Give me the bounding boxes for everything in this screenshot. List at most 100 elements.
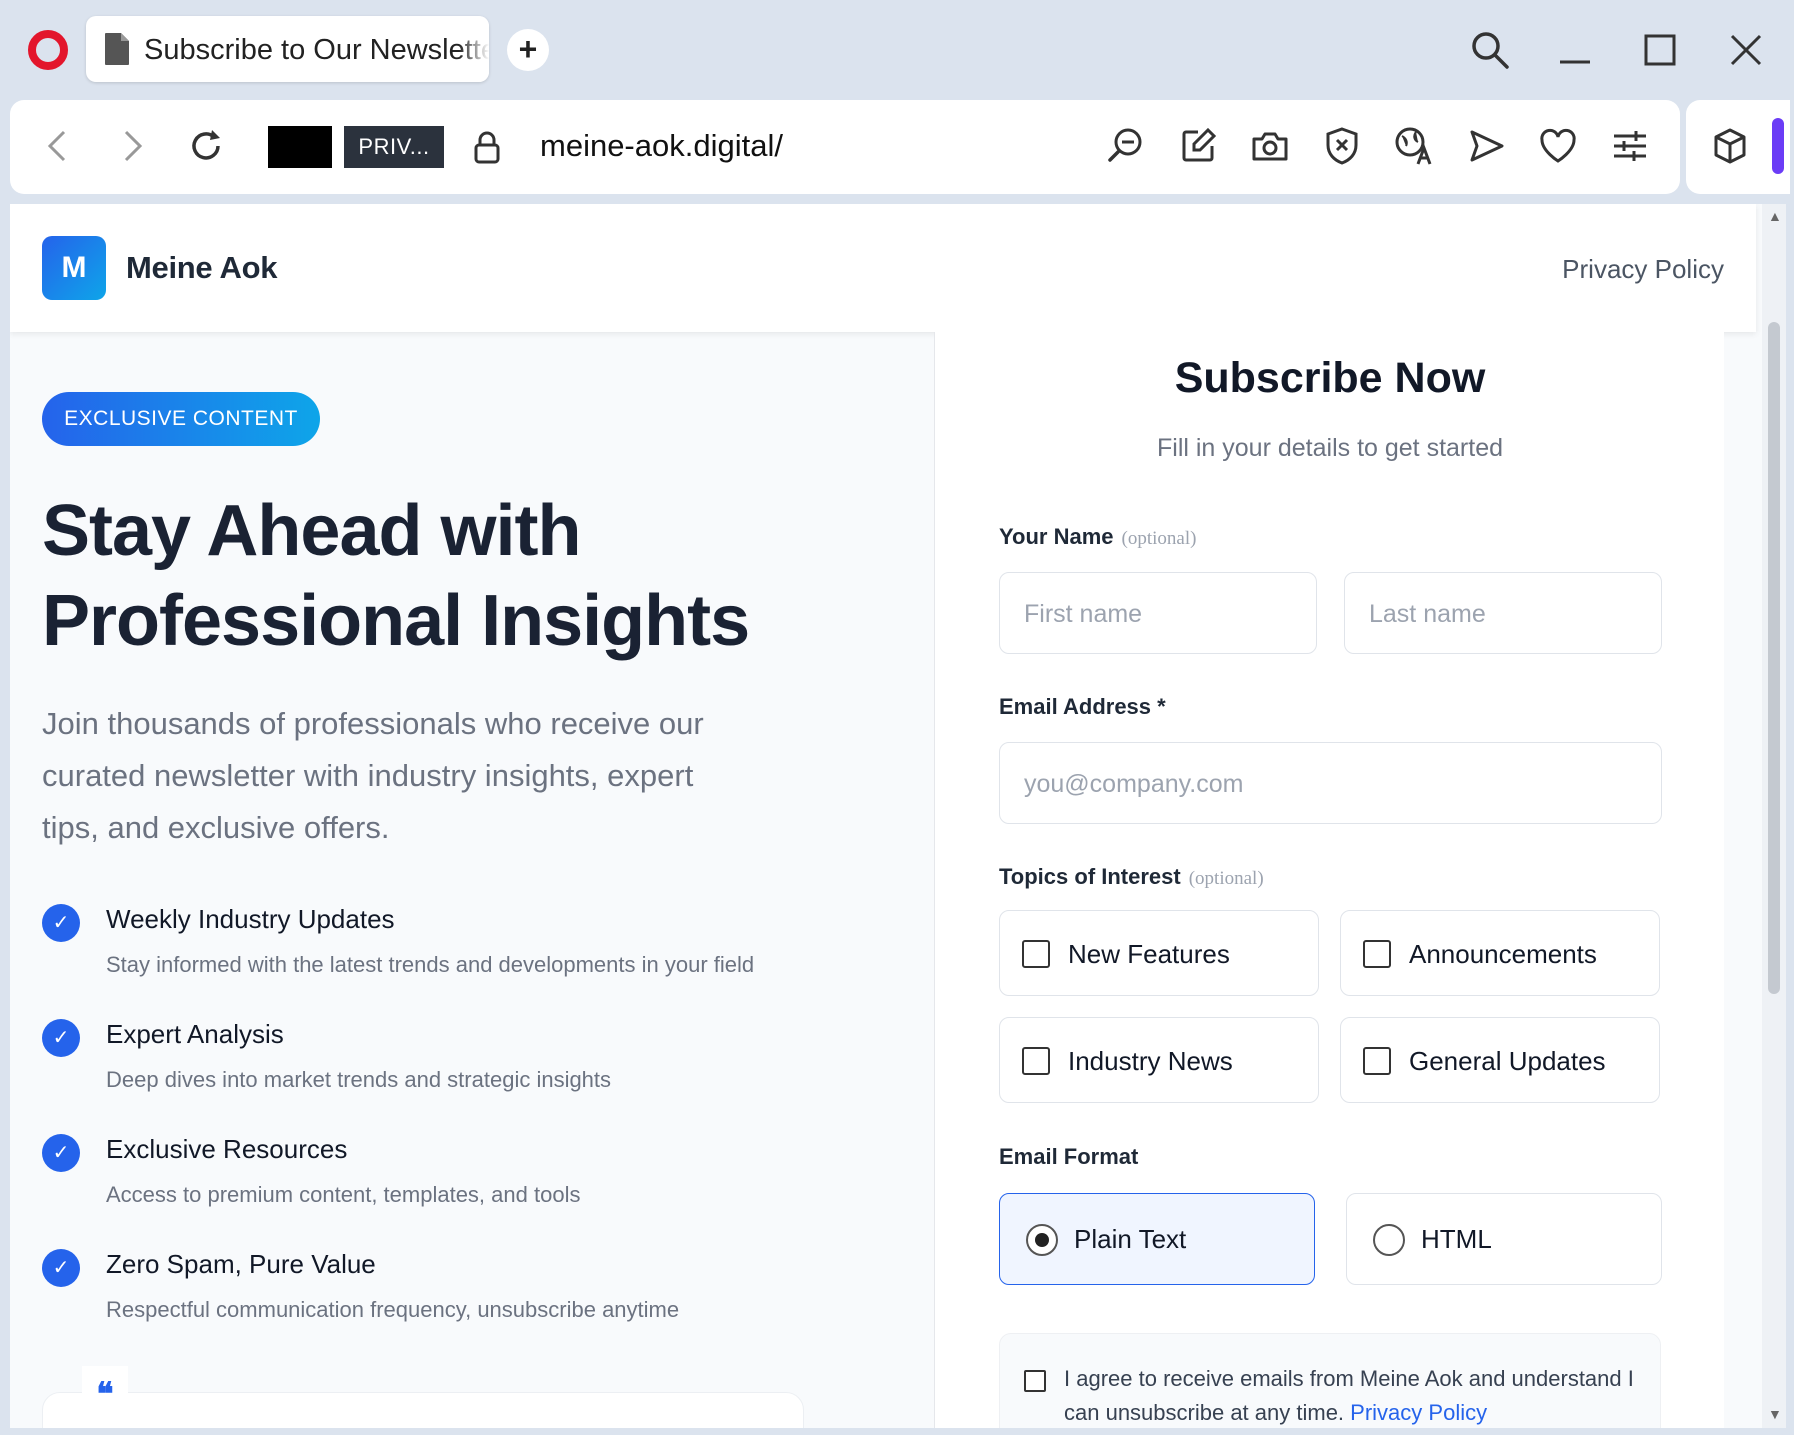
first-name-input[interactable]: First name [999, 572, 1317, 654]
check-icon: ✓ [42, 1249, 80, 1287]
url-field[interactable]: meine-aok.digital/ [540, 128, 783, 164]
topics-label: Topics of Interest (optional) [999, 864, 1264, 890]
radio-button-selected[interactable] [1026, 1224, 1058, 1256]
hero-title-line-2: Professional Insights [42, 581, 750, 661]
last-name-input[interactable]: Last name [1344, 572, 1662, 654]
site-logo[interactable]: M [42, 236, 106, 300]
hero-title-line-1: Stay Ahead with [42, 491, 581, 571]
radio-button[interactable] [1373, 1224, 1405, 1256]
edit-icon[interactable] [1178, 126, 1218, 166]
check-icon: ✓ [42, 1019, 80, 1057]
site-name[interactable]: Meine Aok [126, 250, 277, 286]
camera-icon[interactable] [1250, 126, 1290, 166]
heart-icon[interactable] [1538, 126, 1578, 166]
feature-desc: Deep dives into market trends and strate… [106, 1067, 612, 1092]
topic-label: New Features [1068, 939, 1230, 969]
tab-fade [459, 16, 489, 82]
format-label: Email Format [999, 1144, 1139, 1169]
topic-new-features[interactable]: New Features [999, 910, 1319, 996]
extensions-icon[interactable] [1710, 126, 1750, 166]
format-plain-text[interactable]: Plain Text [999, 1193, 1315, 1285]
site-header: M Meine Aok Privacy Policy [10, 204, 1756, 332]
form-subtitle: Fill in your details to get started [1157, 434, 1503, 462]
consent-box: I agree to receive emails from Meine Aok… [999, 1333, 1661, 1428]
hero-description: Join thousands of professionals who rece… [42, 706, 704, 845]
checkbox[interactable] [1022, 1047, 1050, 1075]
format-html[interactable]: HTML [1346, 1193, 1662, 1285]
scroll-down-icon[interactable]: ▼ [1768, 1406, 1782, 1422]
close-icon[interactable] [1724, 28, 1768, 72]
feature-desc: Access to premium content, templates, an… [106, 1182, 581, 1207]
scroll-thumb[interactable] [1768, 322, 1780, 994]
consent-privacy-link[interactable]: Privacy Policy [1350, 1400, 1487, 1425]
feature-desc: Stay informed with the latest trends and… [106, 952, 755, 977]
hero-title: Stay Ahead with Professional Insights [42, 486, 842, 666]
feature-title: Weekly Industry Updates [106, 904, 395, 934]
scroll-up-icon[interactable]: ▲ [1768, 208, 1782, 224]
zoom-icon[interactable] [1106, 126, 1146, 166]
extensions-bar [1686, 100, 1790, 194]
format-label-text: Plain Text [1074, 1224, 1187, 1254]
maximize-icon[interactable] [1638, 28, 1682, 72]
feature-title: Exclusive Resources [106, 1134, 348, 1164]
header-privacy-link[interactable]: Privacy Policy [1562, 254, 1724, 285]
opera-logo-icon[interactable] [28, 30, 68, 70]
topic-announcements[interactable]: Announcements [1340, 910, 1660, 996]
active-tab[interactable]: Subscribe to Our Newsletter [86, 16, 489, 82]
topic-label: Announcements [1409, 939, 1597, 969]
new-tab-button[interactable]: + [507, 29, 549, 71]
feature-desc: Respectful communication frequency, unsu… [106, 1297, 680, 1322]
search-icon[interactable] [1468, 28, 1512, 72]
browser-titlebar: Subscribe to Our Newsletter + [0, 0, 1794, 100]
feature-title: Expert Analysis [106, 1019, 284, 1049]
exclusive-badge: EXCLUSIVE CONTENT [42, 392, 320, 446]
topic-general-updates[interactable]: General Updates [1340, 1017, 1660, 1103]
shield-icon[interactable] [1322, 126, 1362, 166]
feature-title: Zero Spam, Pure Value [106, 1249, 376, 1279]
feature-item: ✓ Weekly Industry Updates Stay informed … [42, 902, 802, 992]
format-label-text: HTML [1421, 1224, 1492, 1254]
feature-item: ✓ Exclusive Resources Access to premium … [42, 1132, 802, 1222]
sidebar-accent[interactable] [1772, 118, 1784, 174]
lock-icon[interactable] [472, 130, 502, 164]
topics-label-text: Topics of Interest [999, 864, 1181, 889]
testimonial-card [42, 1392, 804, 1428]
email-input[interactable]: you@company.com [999, 742, 1662, 824]
name-label-text: Your Name [999, 524, 1114, 549]
consent-checkbox[interactable] [1024, 1370, 1046, 1392]
minimize-icon[interactable] [1552, 28, 1596, 72]
check-icon: ✓ [42, 1134, 80, 1172]
feature-item: ✓ Expert Analysis Deep dives into market… [42, 1017, 802, 1107]
forward-icon[interactable] [112, 126, 152, 166]
quote-icon: ❝ [82, 1366, 128, 1413]
tab-title: Subscribe to Our Newsletter [144, 34, 489, 66]
name-label: Your Name (optional) [999, 524, 1196, 550]
page-scrollbar[interactable]: ▲ ▼ [1762, 204, 1786, 1428]
redacted-block [268, 126, 332, 168]
form-title: Subscribe Now [1174, 354, 1486, 402]
translate-icon[interactable] [1394, 126, 1434, 166]
consent-text: I agree to receive emails from Meine Aok… [1064, 1362, 1644, 1428]
checkbox[interactable] [1022, 940, 1050, 968]
page-viewport: M Meine Aok Privacy Policy EXCLUSIVE CON… [10, 204, 1768, 1428]
reload-icon[interactable] [186, 126, 226, 166]
subscribe-form: Subscribe Now Fill in your details to ge… [934, 332, 1724, 1428]
checkbox[interactable] [1363, 1047, 1391, 1075]
topic-label: General Updates [1409, 1046, 1606, 1076]
document-icon [105, 33, 129, 65]
consent-text-body: I agree to receive emails from Meine Aok… [1064, 1366, 1634, 1425]
optional-hint: (optional) [1188, 868, 1264, 889]
back-icon[interactable] [38, 126, 78, 166]
address-bar: PRIV... meine-aok.digital/ [10, 100, 1680, 194]
checkbox[interactable] [1363, 940, 1391, 968]
optional-hint: (optional) [1121, 528, 1197, 549]
radio-dot [1035, 1233, 1049, 1247]
settings-icon[interactable] [1610, 126, 1650, 166]
topic-industry-news[interactable]: Industry News [999, 1017, 1319, 1103]
email-label: Email Address * [999, 694, 1166, 719]
feature-item: ✓ Zero Spam, Pure Value Respectful commu… [42, 1247, 802, 1337]
send-icon[interactable] [1466, 126, 1506, 166]
check-icon: ✓ [42, 904, 80, 942]
topic-label: Industry News [1068, 1046, 1233, 1076]
private-badge[interactable]: PRIV... [344, 126, 444, 168]
